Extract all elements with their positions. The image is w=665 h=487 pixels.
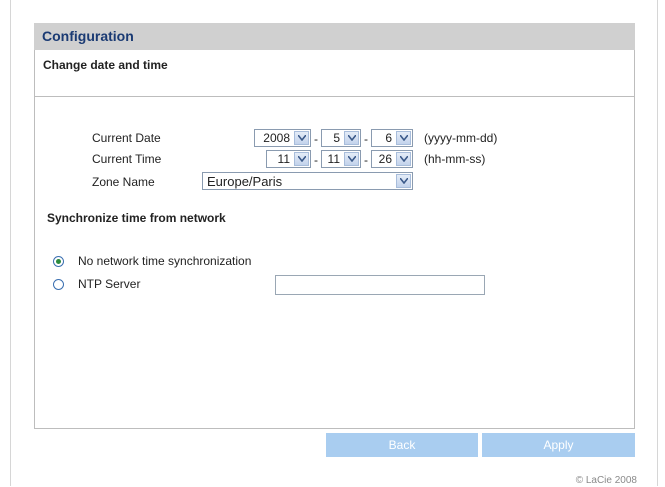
year-select[interactable]: 2008	[254, 129, 311, 147]
zone-name-label: Zone Name	[92, 175, 155, 189]
header-bar: Configuration	[34, 23, 635, 50]
time-separator: -	[314, 153, 318, 167]
time-separator: -	[364, 153, 368, 167]
section-divider	[35, 96, 634, 97]
day-value: 6	[385, 131, 392, 145]
sync-section-title: Synchronize time from network	[47, 211, 226, 225]
radio-ntp-server[interactable]	[53, 279, 64, 290]
ntp-server-input[interactable]	[275, 275, 485, 295]
hour-value: 11	[277, 152, 290, 166]
date-separator: -	[364, 132, 368, 146]
page-title: Configuration	[42, 28, 134, 44]
minute-select[interactable]: 11	[321, 150, 361, 168]
ntp-server-label: NTP Server	[78, 277, 141, 291]
zone-value: Europe/Paris	[207, 174, 283, 189]
month-value: 5	[333, 131, 340, 145]
chevron-down-icon	[396, 174, 411, 188]
no-sync-label: No network time synchronization	[78, 254, 252, 268]
minute-value: 11	[327, 152, 340, 166]
back-button[interactable]: Back	[326, 433, 478, 457]
section-title: Change date and time	[43, 58, 168, 72]
day-select[interactable]: 6	[371, 129, 413, 147]
hour-select[interactable]: 11	[266, 150, 311, 168]
time-format-hint: (hh-mm-ss)	[424, 152, 486, 166]
chevron-down-icon	[344, 131, 359, 145]
chevron-down-icon	[344, 152, 359, 166]
month-select[interactable]: 5	[321, 129, 361, 147]
date-separator: -	[314, 132, 318, 146]
chevron-down-icon	[294, 152, 309, 166]
radio-selected-dot	[56, 259, 61, 264]
copyright-footer: © LaCie 2008	[575, 475, 637, 486]
current-date-label: Current Date	[92, 131, 161, 145]
apply-button[interactable]: Apply	[482, 433, 635, 457]
year-value: 2008	[263, 131, 290, 145]
chevron-down-icon	[396, 131, 411, 145]
current-time-label: Current Time	[92, 152, 162, 166]
second-value: 26	[378, 152, 392, 166]
chevron-down-icon	[294, 131, 309, 145]
date-format-hint: (yyyy-mm-dd)	[424, 131, 498, 145]
zone-select[interactable]: Europe/Paris	[202, 172, 413, 190]
radio-no-sync[interactable]	[53, 256, 64, 267]
second-select[interactable]: 26	[371, 150, 413, 168]
chevron-down-icon	[396, 152, 411, 166]
config-panel: Change date and time Current Date 2008 -…	[34, 50, 635, 429]
